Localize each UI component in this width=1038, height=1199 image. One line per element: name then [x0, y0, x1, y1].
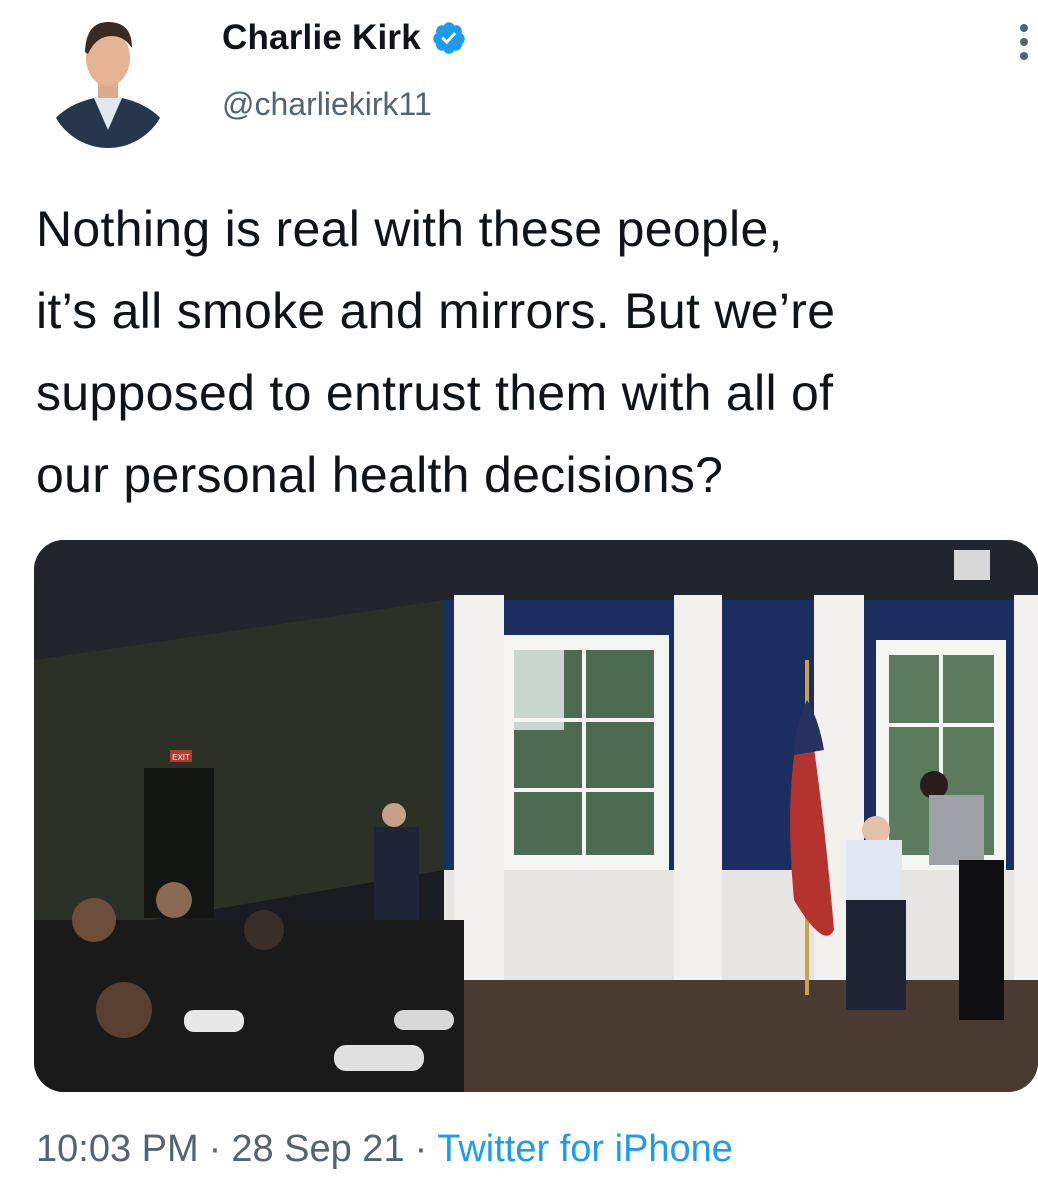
meta-separator: · [414, 1128, 428, 1170]
tweet-text-line: supposed to entrust them with all of [36, 365, 834, 421]
more-vertical-icon[interactable] [1020, 24, 1030, 66]
tweet-source-link[interactable]: Twitter for iPhone [437, 1128, 733, 1170]
author-handle[interactable]: @charliekirk11 [222, 86, 432, 123]
meta-separator: · [208, 1128, 222, 1170]
tweet-text: Nothing is real with these people, it’s … [36, 188, 1036, 516]
author-name-row[interactable]: Charlie Kirk [222, 18, 467, 58]
author-avatar[interactable] [48, 8, 168, 148]
exit-sign: EXIT [172, 753, 190, 762]
tweet-date[interactable]: 28 Sep 21 [231, 1128, 404, 1170]
tweet-text-line: our personal health decisions? [36, 447, 724, 503]
tweet-time[interactable]: 10:03 PM [36, 1128, 199, 1170]
tweet-text-line: Nothing is real with these people, [36, 201, 783, 257]
tweet-text-line: it’s all smoke and mirrors. But we’re [36, 283, 836, 339]
tweet-meta: 10:03 PM · 28 Sep 21 · Twitter for iPhone [36, 1128, 733, 1171]
author-display-name[interactable]: Charlie Kirk [222, 18, 421, 58]
verified-badge-icon [433, 22, 465, 54]
tweet-photo[interactable]: EXIT [34, 540, 1038, 1092]
